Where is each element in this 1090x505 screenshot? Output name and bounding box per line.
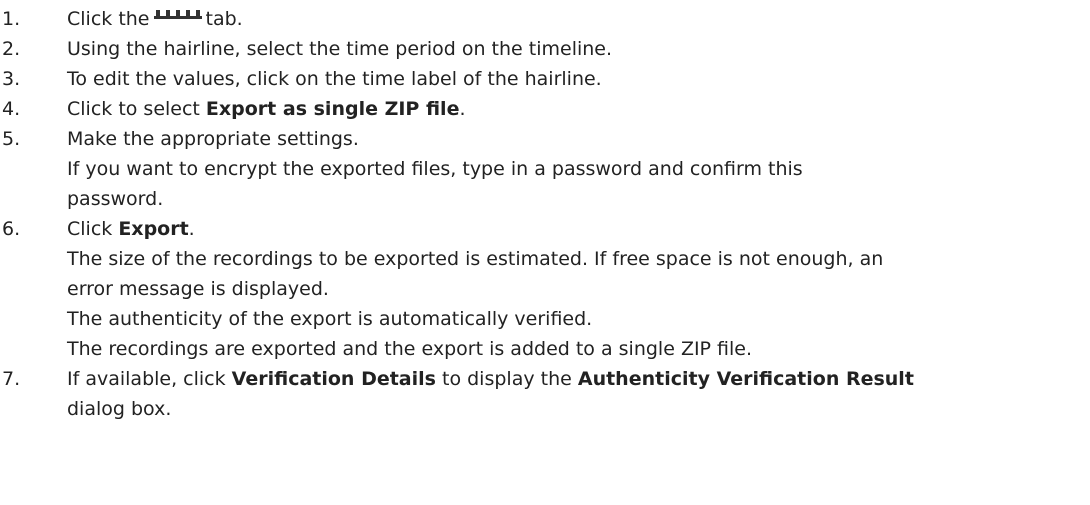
step-text-pre: Click — [67, 218, 119, 240]
dialog-name: Authenticity Verification Result — [577, 368, 914, 390]
step-number: 7. — [2, 368, 21, 390]
step-number: 5. — [2, 128, 21, 150]
step-text-post: . — [459, 98, 466, 120]
step-text-pre: If available, click — [67, 368, 232, 390]
step-5: 5. Make the appropriate settings. If you… — [0, 124, 1090, 214]
step-text: Click to select Export as single ZIP fil… — [67, 94, 1090, 124]
step-6: 6. Click Export. The size of the recordi… — [0, 214, 1090, 364]
step-3: 3. To edit the values, click on the time… — [0, 64, 1090, 94]
button-name: Export — [118, 218, 189, 240]
step-number: 2. — [2, 38, 21, 60]
option-name: Export as single ZIP file — [205, 98, 460, 120]
step-text: If available, click Verification Details… — [67, 364, 1090, 394]
instruction-steps: 1. Click the tab. 2. Using the hairline,… — [0, 4, 1090, 424]
step-text-mid: to display the — [435, 368, 578, 390]
step-7: 7. If available, click Verification Deta… — [0, 364, 1090, 424]
step-number: 6. — [2, 218, 21, 240]
step-text: Click Export. — [67, 214, 1090, 244]
step-number: 3. — [2, 68, 21, 90]
step-number: 1. — [2, 8, 21, 30]
timeline-tab-icon — [153, 10, 202, 19]
step-note: The authenticity of the export is automa… — [67, 308, 593, 330]
step-text: Click the tab. — [67, 4, 1090, 34]
step-text: Using the hairline, select the time peri… — [67, 38, 613, 60]
step-text: To edit the values, click on the time la… — [67, 68, 602, 90]
step-note: The size of the recordings to be exporte… — [67, 248, 884, 270]
step-text-pre: Click the — [67, 8, 150, 30]
step-text-continued: dialog box. — [67, 398, 172, 420]
step-note: If you want to encrypt the exported file… — [67, 158, 803, 180]
step-text-post: tab. — [205, 8, 243, 30]
step-note: error message is displayed. — [67, 278, 329, 300]
step-text: Make the appropriate settings. — [67, 128, 359, 150]
button-name: Verification Details — [231, 368, 436, 390]
step-note: password. — [67, 188, 164, 210]
step-text-pre: Click to select — [67, 98, 206, 120]
step-1: 1. Click the tab. — [0, 4, 1090, 34]
step-number: 4. — [2, 98, 21, 120]
step-text-post: . — [188, 218, 195, 240]
step-4: 4. Click to select Export as single ZIP … — [0, 94, 1090, 124]
step-note: The recordings are exported and the expo… — [67, 338, 753, 360]
step-2: 2. Using the hairline, select the time p… — [0, 34, 1090, 64]
